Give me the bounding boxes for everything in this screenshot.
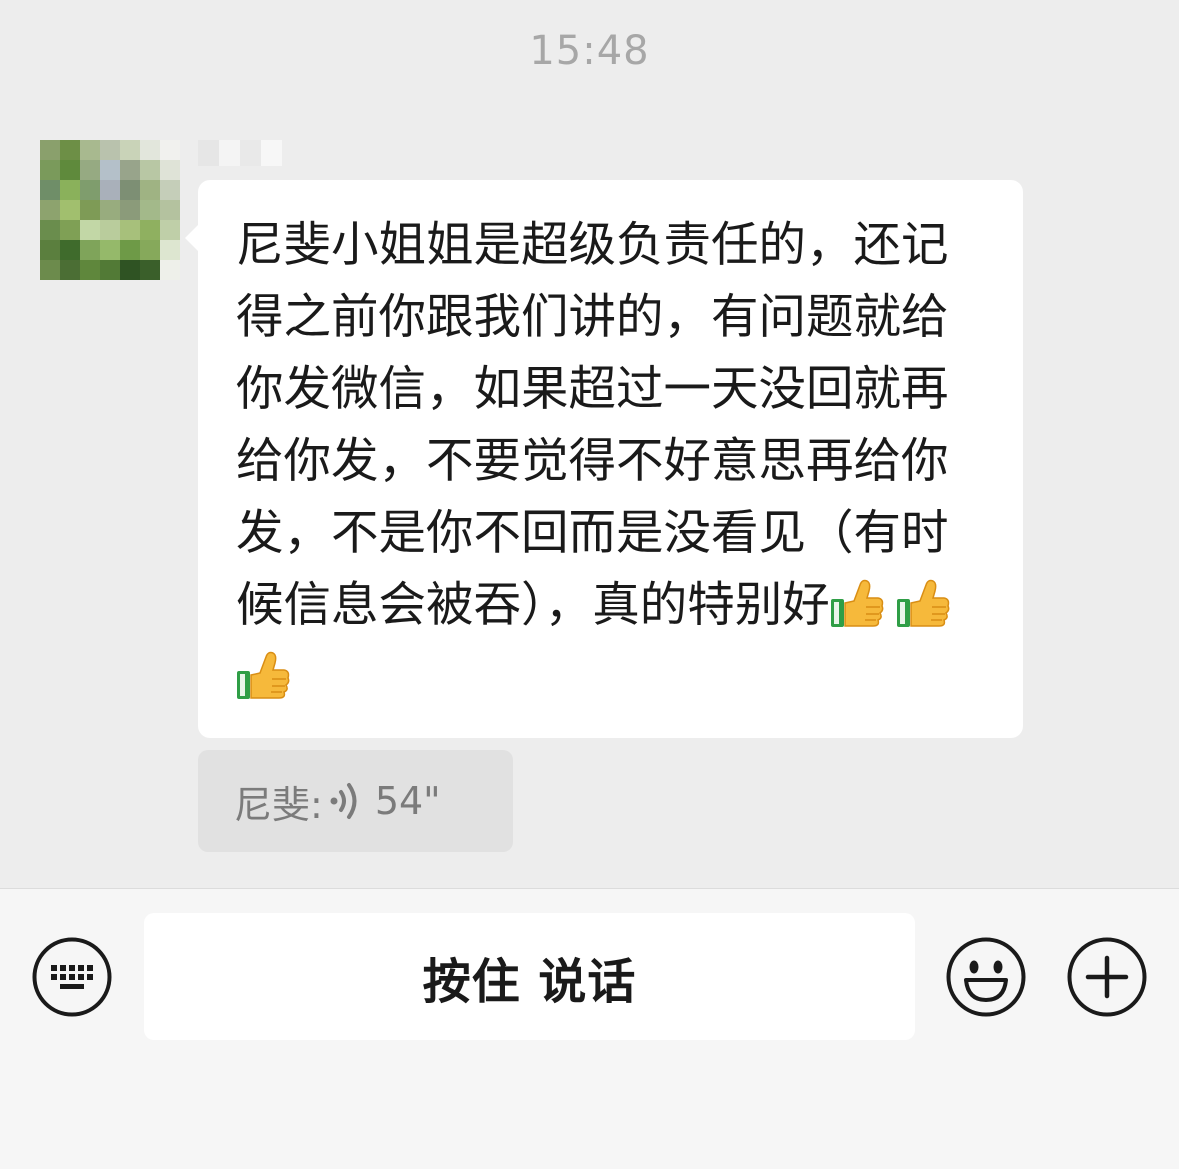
voice-duration: 54" [374, 779, 441, 823]
plus-icon[interactable] [1066, 936, 1148, 1018]
chat-area: 15:48 尼斐小姐姐是超级负责任的，还记得之前你跟我们讲的，有问题就给你发微信… [0, 0, 1179, 888]
sender-name-blurred [198, 140, 282, 166]
keyboard-icon[interactable] [31, 936, 113, 1018]
avatar[interactable] [40, 140, 180, 280]
thumbs-up-icon [830, 579, 884, 627]
hold-to-talk-button[interactable]: 按住 说话 [144, 913, 915, 1040]
voice-wave-icon [330, 783, 357, 819]
message-timestamp: 15:48 [529, 28, 650, 74]
smiley-icon[interactable] [945, 936, 1027, 1018]
message-bubble[interactable]: 尼斐小姐姐是超级负责任的，还记得之前你跟我们讲的，有问题就给你发微信，如果超过一… [185, 180, 1023, 738]
message-text: 尼斐小姐姐是超级负责任的，还记得之前你跟我们讲的，有问题就给你发微信，如果超过一… [236, 210, 987, 714]
quoted-voice-message[interactable]: 尼斐: 54" [198, 750, 513, 852]
quote-sender: 尼斐: [234, 782, 323, 827]
input-bar: 按住 说话 [0, 888, 1179, 1169]
thumbs-up-icon [237, 651, 290, 699]
message-body: 尼斐小姐姐是超级负责任的，还记得之前你跟我们讲的，有问题就给你发微信，如果超过一… [236, 218, 949, 633]
thumbs-up-icon [896, 579, 950, 627]
